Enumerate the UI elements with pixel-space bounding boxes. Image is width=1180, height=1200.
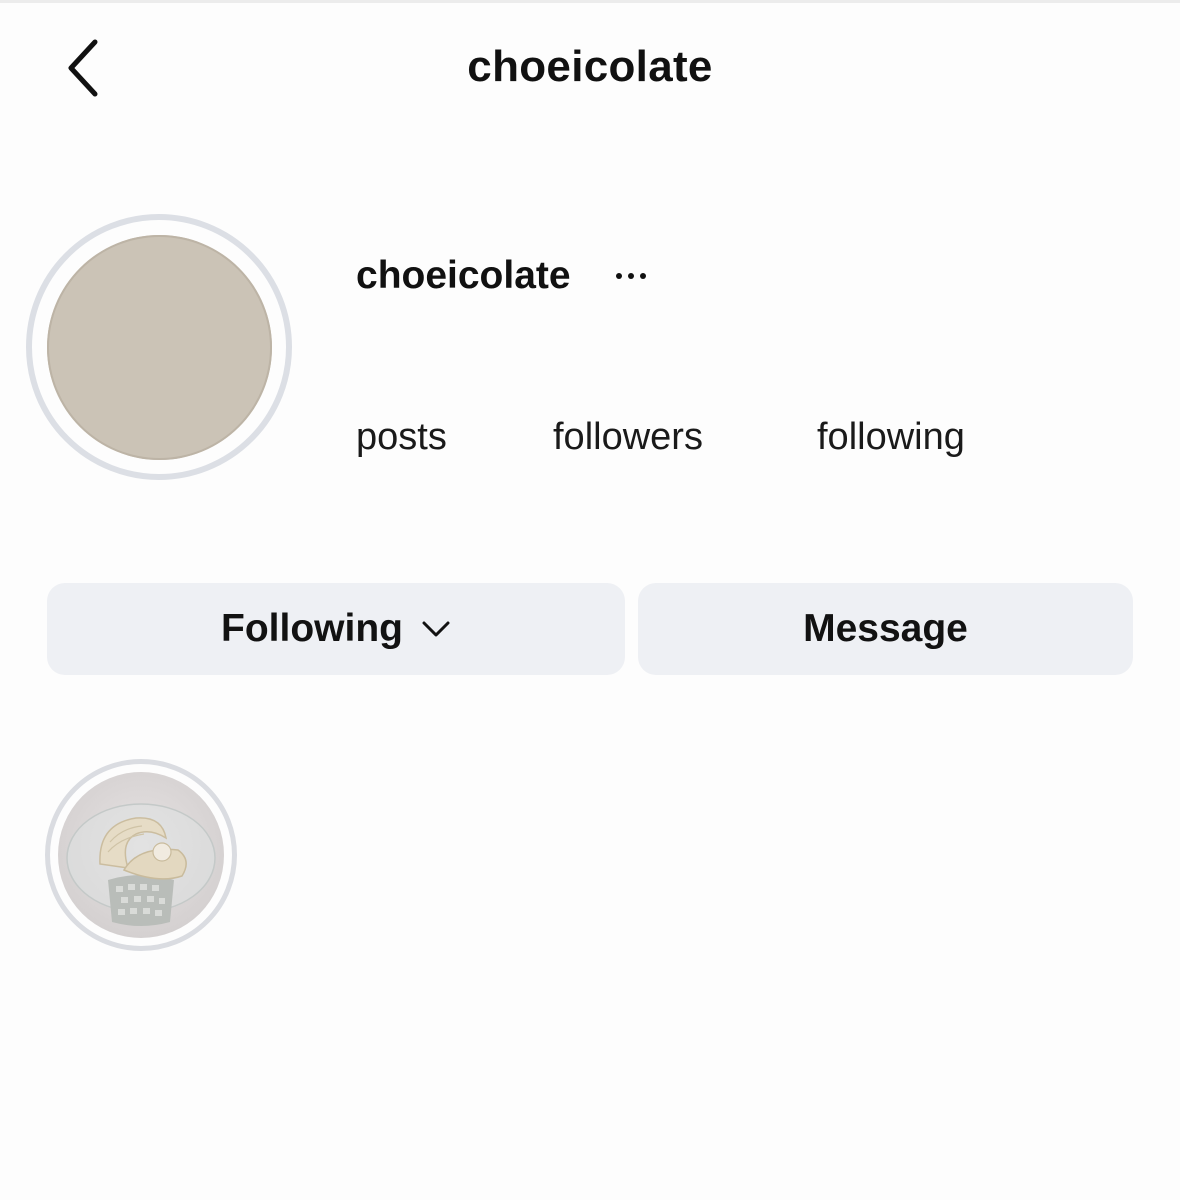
following-button-label: Following <box>221 607 403 650</box>
followers-stat-label[interactable]: followers <box>553 416 703 459</box>
posts-stat-label[interactable]: posts <box>356 416 447 459</box>
ellipsis-icon <box>616 273 646 279</box>
profile-username: choeicolate <box>356 254 571 297</box>
header-title: choeicolate <box>467 42 713 91</box>
more-options-button[interactable] <box>611 256 651 296</box>
message-button[interactable]: Message <box>638 583 1133 675</box>
highlight-image <box>58 772 224 938</box>
story-highlight[interactable] <box>58 772 224 938</box>
chevron-down-icon <box>421 620 451 638</box>
message-button-label: Message <box>803 607 968 650</box>
profile-page: choeicolate choeicolate posts followers … <box>0 0 1180 1200</box>
following-button[interactable]: Following <box>47 583 625 675</box>
following-stat-label[interactable]: following <box>817 416 965 459</box>
top-divider <box>0 0 1180 3</box>
avatar[interactable] <box>47 235 272 460</box>
